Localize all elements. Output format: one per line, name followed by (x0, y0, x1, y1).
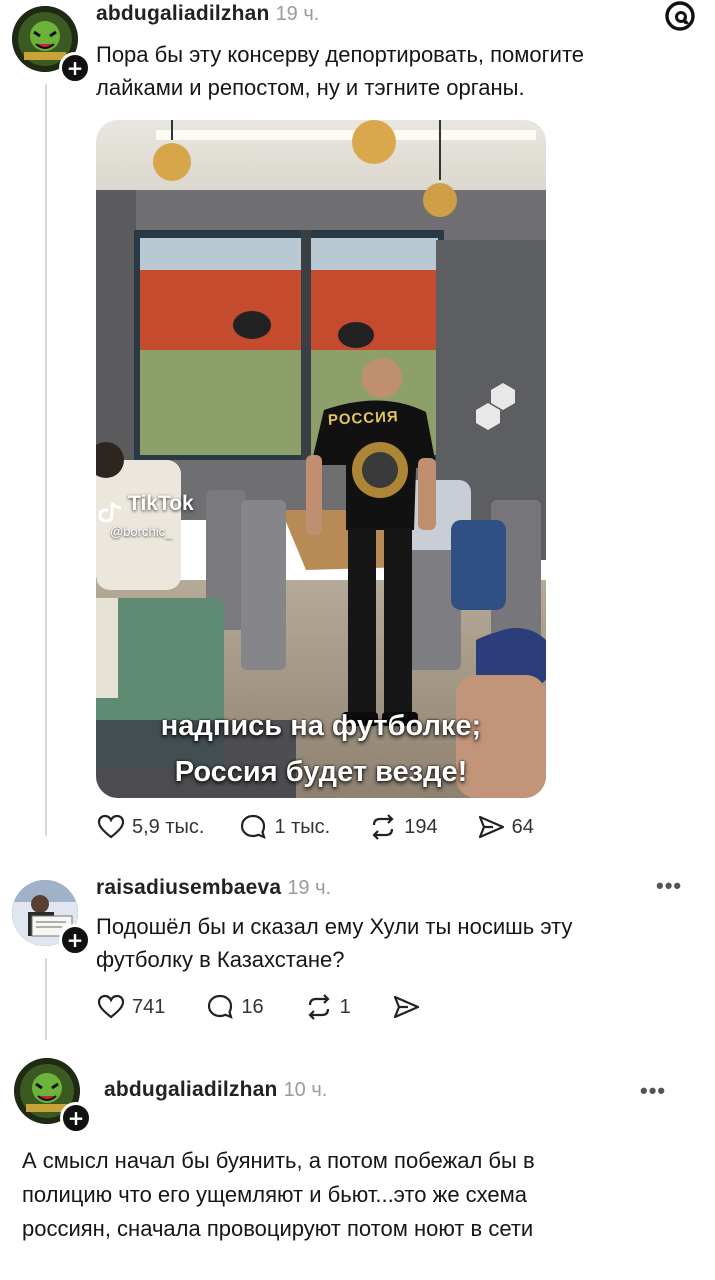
reply-text-line: полицию что его ущемляют и бьют...это же… (22, 1182, 528, 1207)
post-video[interactable]: TikTok @borchic_ РОССИЯ надпись на футбо… (96, 120, 546, 798)
comment-icon (241, 814, 267, 839)
reply-text-line: россиян, сначала провоцируют потом ноют … (22, 1216, 534, 1241)
comment-button[interactable]: 1 тыс. (238, 812, 330, 842)
comment-icon (208, 994, 234, 1019)
reply-text-line: А смысл начал бы буянить, а потом побежа… (22, 1148, 535, 1173)
heart-icon (97, 814, 125, 839)
username[interactable]: abdugaliadilzhan (104, 1078, 278, 1101)
thread-line (45, 958, 47, 1040)
follow-plus-icon[interactable]: + (59, 52, 91, 84)
video-caption-line: надпись на футболке; (160, 710, 482, 742)
share-button[interactable]: 64 (476, 812, 534, 842)
like-button[interactable]: 5,9 тыс. (96, 812, 204, 842)
thread-line (45, 84, 47, 836)
reply-time: 19 ч. (287, 877, 332, 899)
tiktok-watermark: TikTok (128, 492, 194, 515)
repost-count: 1 (339, 995, 351, 1018)
reply-text-line: футболку в Казахстане? (96, 947, 345, 972)
reply-header: abdugaliadilzhan 10 ч. (104, 1078, 327, 1102)
share-icon (393, 995, 419, 1019)
share-icon (478, 815, 504, 839)
reply-actions: 741 16 1 (96, 992, 463, 1022)
share-count: 64 (511, 815, 534, 838)
reply-text: А смысл начал бы буянить, а потом побежа… (22, 1144, 702, 1246)
post-text-line: лайками и репостом, ну и тэгните органы. (96, 75, 525, 100)
follow-plus-icon[interactable]: + (59, 924, 91, 956)
threads-logo-icon[interactable] (664, 0, 696, 32)
video-caption-line: Россия будет везде! (174, 756, 468, 788)
comment-count: 16 (241, 995, 264, 1018)
heart-icon (97, 994, 125, 1019)
post-header: abdugaliadilzhan 19 ч. (96, 2, 319, 26)
like-count: 5,9 тыс. (132, 815, 205, 838)
repost-icon (372, 814, 394, 840)
tiktok-username: @borchic_ (110, 524, 173, 539)
comment-button[interactable]: 16 (205, 992, 264, 1022)
username[interactable]: raisadiusembaeva (96, 876, 281, 899)
follow-plus-icon[interactable]: + (60, 1102, 92, 1134)
post-time: 19 ч. (275, 3, 320, 25)
more-options-button[interactable]: ••• (640, 1078, 666, 1104)
like-count: 741 (132, 995, 166, 1018)
repost-count: 194 (404, 815, 438, 838)
reply-text-line: Подошёл бы и сказал ему Хули ты носишь э… (96, 914, 573, 939)
reply-text: Подошёл бы и сказал ему Хули ты носишь э… (96, 910, 696, 976)
username[interactable]: abdugaliadilzhan (96, 2, 270, 25)
post-text: Пора бы эту консерву депортировать, помо… (96, 38, 696, 104)
repost-button[interactable]: 194 (368, 812, 438, 842)
reply-header: raisadiusembaeva 19 ч. (96, 876, 331, 900)
more-options-button[interactable]: ••• (656, 873, 682, 899)
like-button[interactable]: 741 (96, 992, 165, 1022)
reply-time: 10 ч. (283, 1079, 328, 1101)
post-actions: 5,9 тыс. 1 тыс. 194 64 (96, 812, 570, 842)
share-button[interactable] (391, 992, 427, 1022)
comment-count: 1 тыс. (274, 815, 331, 838)
repost-button[interactable]: 1 (304, 992, 351, 1022)
repost-icon (308, 994, 330, 1020)
post-text-line: Пора бы эту консерву депортировать, помо… (96, 42, 585, 67)
